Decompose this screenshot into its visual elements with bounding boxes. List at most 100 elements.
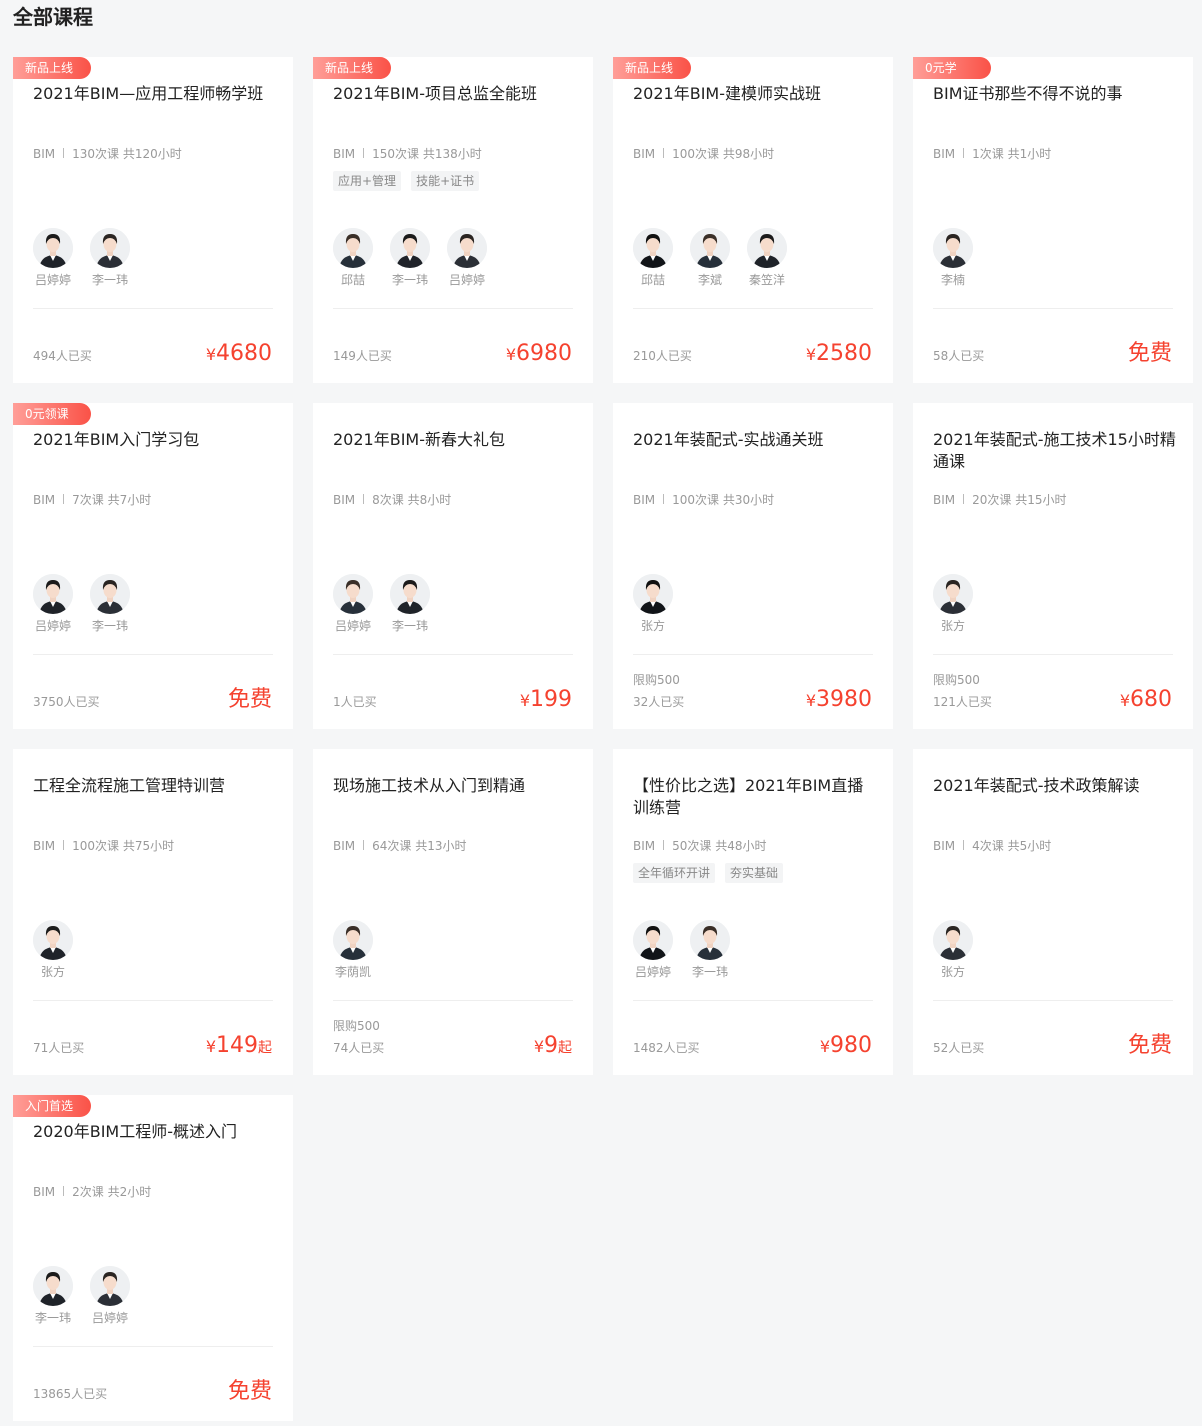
course-card[interactable]: 入门首选 2020年BIM工程师-概述入门 BIM 2次课 共2小时 李一玮 吕婷婷 138… (13, 1095, 293, 1421)
course-lessons: 100次课 共98小时 (672, 147, 775, 161)
course-category: BIM (333, 147, 356, 161)
teacher-list: 张方 (33, 920, 73, 980)
currency-symbol: ¥ (805, 691, 816, 710)
card-divider (633, 1000, 873, 1001)
course-title[interactable]: BIM证书那些不得不说的事 (933, 83, 1178, 105)
course-title[interactable]: 2021年装配式-实战通关班 (633, 429, 878, 451)
sold-count: 74人已买 (333, 1041, 385, 1055)
teacher[interactable]: 李一玮 (90, 574, 130, 634)
teacher-name: 吕婷婷 (448, 273, 485, 287)
course-card[interactable]: 0元领课 2021年BIM入门学习包 BIM 7次课 共7小时 吕婷婷 李一玮 3750人已… (13, 403, 293, 729)
course-card[interactable]: 2021年装配式-技术政策解读 BIM 4次课 共5小时 张方 52人已买 免费 (913, 749, 1193, 1075)
promo-badge: 新品上线 (13, 57, 91, 79)
course-card[interactable]: 2021年装配式-施工技术15小时精通课 BIM 20次课 共15小时 张方 限购500… (913, 403, 1193, 729)
sold-count: 210人已买 (633, 349, 692, 363)
currency-symbol: ¥ (205, 345, 216, 364)
course-lessons: 100次课 共30小时 (672, 493, 775, 507)
course-card[interactable]: 现场施工技术从入门到精通 BIM 64次课 共13小时 李荫凯 限购500 74人已买 ¥9… (313, 749, 593, 1075)
course-card[interactable]: 新品上线 2021年BIM-项目总监全能班 BIM 150次课 共138小时 应用+管理… (313, 57, 593, 383)
course-price: ¥980 (820, 1032, 872, 1061)
course-lessons: 64次课 共13小时 (372, 839, 467, 853)
teacher[interactable]: 张方 (933, 574, 973, 634)
course-card[interactable]: 新品上线 2021年BIM—应用工程师畅学班 BIM 130次课 共120小时 吕婷婷 李… (13, 57, 293, 383)
course-card[interactable]: 2021年装配式-实战通关班 BIM 100次课 共30小时 张方 限购500 32人已买… (613, 403, 893, 729)
teacher-avatar-icon (90, 228, 130, 268)
teacher[interactable]: 李一玮 (390, 228, 430, 288)
course-title[interactable]: 现场施工技术从入门到精通 (333, 775, 578, 797)
teacher-name: 李荫凯 (334, 965, 371, 979)
currency-symbol: ¥ (519, 691, 530, 710)
teacher-avatar-icon (333, 574, 373, 614)
teacher[interactable]: 吕婷婷 (33, 574, 73, 634)
course-category: BIM (933, 839, 956, 853)
course-card[interactable]: 【性价比之选】2021年BIM直播训练营 BIM 50次课 共48小时 全年循环开讲夯… (613, 749, 893, 1075)
teacher-list: 邱喆 李一玮 吕婷婷 (333, 228, 487, 288)
teacher[interactable]: 张方 (933, 920, 973, 980)
teacher-avatar-icon (333, 228, 373, 268)
promo-badge: 新品上线 (313, 57, 391, 79)
teacher[interactable]: 邱喆 (333, 228, 373, 288)
teacher[interactable]: 吕婷婷 (33, 228, 73, 288)
course-title[interactable]: 2021年BIM-项目总监全能班 (333, 83, 578, 105)
teacher[interactable]: 李斌 (690, 228, 730, 288)
course-category: BIM (33, 493, 56, 507)
teacher[interactable]: 李一玮 (33, 1266, 73, 1326)
course-title[interactable]: 工程全流程施工管理特训营 (33, 775, 278, 797)
teacher-avatar-icon (690, 228, 730, 268)
teacher[interactable]: 李楠 (933, 228, 973, 288)
course-category: BIM (933, 147, 956, 161)
course-title[interactable]: 2021年装配式-施工技术15小时精通课 (933, 429, 1178, 473)
price-value: 2580 (816, 341, 872, 366)
course-lessons: 20次课 共15小时 (972, 493, 1067, 507)
meta-separator (63, 148, 65, 158)
teacher-avatar-icon (33, 1266, 73, 1306)
course-card[interactable]: 新品上线 2021年BIM-建模师实战班 BIM 100次课 共98小时 邱喆 李斌 秦笠洋… (613, 57, 893, 383)
course-title[interactable]: 2021年装配式-技术政策解读 (933, 775, 1178, 797)
course-card[interactable]: 工程全流程施工管理特训营 BIM 100次课 共75小时 张方 71人已买 ¥149起 (13, 749, 293, 1075)
course-title[interactable]: 【性价比之选】2021年BIM直播训练营 (633, 775, 878, 819)
teacher[interactable]: 张方 (633, 574, 673, 634)
price-value: 149 (216, 1033, 258, 1058)
teacher[interactable]: 秦笠洋 (747, 228, 787, 288)
teacher[interactable]: 张方 (33, 920, 73, 980)
currency-symbol: ¥ (819, 1037, 830, 1056)
course-lessons: 4次课 共5小时 (972, 839, 1052, 853)
price-value: 4680 (216, 341, 272, 366)
course-price: ¥680 (1120, 686, 1172, 715)
teacher[interactable]: 吕婷婷 (90, 1266, 130, 1326)
teacher-avatar-icon (333, 920, 373, 960)
teacher-name: 李一玮 (34, 1311, 71, 1325)
teacher-avatar-icon (933, 574, 973, 614)
sold-count: 1482人已买 (633, 1041, 700, 1055)
teacher-name: 邱喆 (340, 273, 365, 287)
price-suffix: 起 (558, 1040, 572, 1056)
teacher-name: 李斌 (697, 273, 722, 287)
course-meta: BIM 4次课 共5小时 (933, 838, 1051, 854)
teacher[interactable]: 李一玮 (90, 228, 130, 288)
teacher[interactable]: 李一玮 (690, 920, 730, 980)
course-title[interactable]: 2021年BIM入门学习包 (33, 429, 278, 451)
course-lessons: 50次课 共48小时 (672, 839, 767, 853)
teacher-name: 李一玮 (91, 619, 128, 633)
teacher-name: 吕婷婷 (334, 619, 371, 633)
teacher-list: 吕婷婷 李一玮 (33, 574, 130, 634)
course-title[interactable]: 2021年BIM-建模师实战班 (633, 83, 878, 105)
teacher[interactable]: 李荫凯 (333, 920, 373, 980)
course-meta: BIM 64次课 共13小时 (333, 838, 466, 854)
course-title[interactable]: 2021年BIM-新春大礼包 (333, 429, 578, 451)
course-category: BIM (33, 1185, 56, 1199)
meta-separator (363, 494, 365, 504)
course-card[interactable]: 2021年BIM-新春大礼包 BIM 8次课 共8小时 吕婷婷 李一玮 1人已买 ¥199 (313, 403, 593, 729)
course-title[interactable]: 2020年BIM工程师-概述入门 (33, 1121, 278, 1143)
teacher[interactable]: 吕婷婷 (633, 920, 673, 980)
course-category: BIM (333, 493, 356, 507)
course-title[interactable]: 2021年BIM—应用工程师畅学班 (33, 83, 278, 105)
teacher[interactable]: 李一玮 (390, 574, 430, 634)
sold-count: 13865人已买 (33, 1387, 108, 1401)
course-card[interactable]: 0元学 BIM证书那些不得不说的事 BIM 1次课 共1小时 李楠 58人已买 免费 (913, 57, 1193, 383)
price-value: 680 (1130, 687, 1172, 712)
teacher-name: 李楠 (940, 273, 965, 287)
teacher[interactable]: 吕婷婷 (333, 574, 373, 634)
teacher[interactable]: 吕婷婷 (447, 228, 487, 288)
teacher[interactable]: 邱喆 (633, 228, 673, 288)
